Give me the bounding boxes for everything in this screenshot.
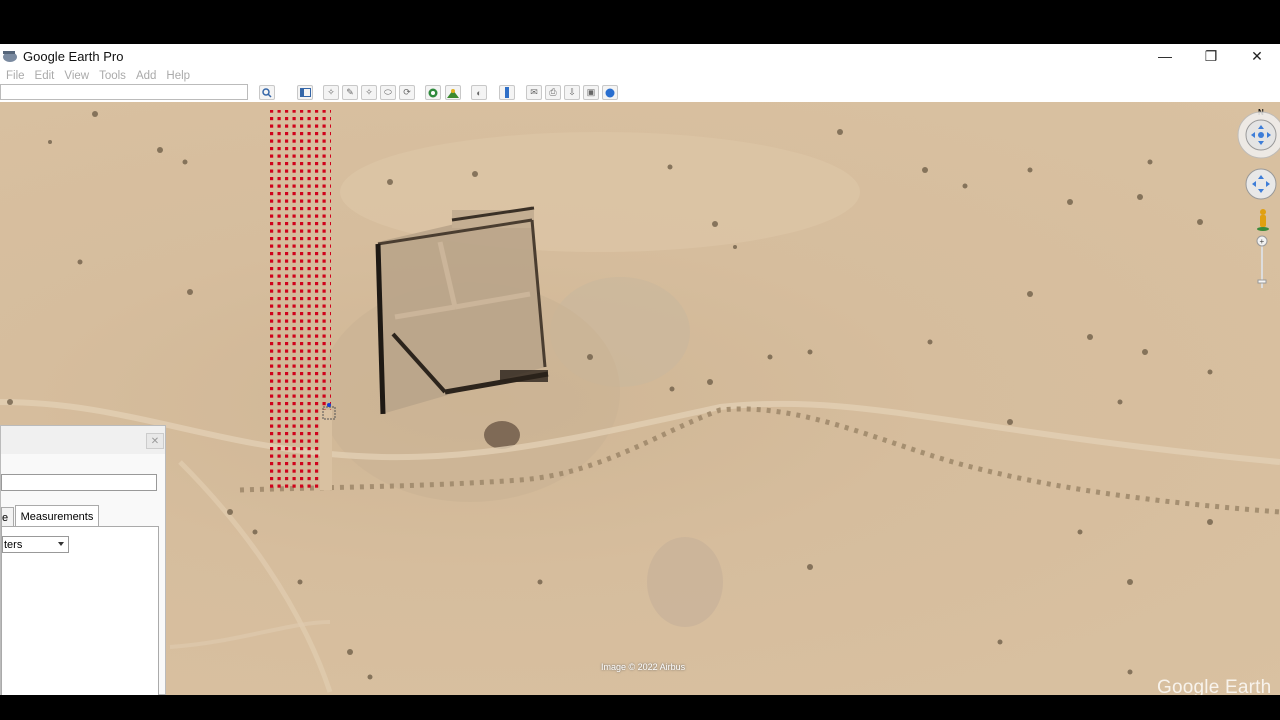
print-icon[interactable]: ⎙	[545, 85, 561, 100]
menu-tools[interactable]: Tools	[99, 70, 126, 82]
terrain-imagery	[0, 110, 1280, 693]
record-tour-icon[interactable]: ⟳	[399, 85, 415, 100]
menu-file[interactable]: File	[6, 70, 25, 82]
units-value: ters	[4, 538, 23, 551]
ruler-dialog-titlebar	[1, 426, 165, 454]
menu-bar: File Edit View Tools Add Help	[0, 68, 1280, 84]
video-letterbox-bottom	[0, 695, 1280, 720]
search-icon[interactable]	[259, 85, 275, 100]
main-toolbar: ✧ ✎ ✧ ⬭ ⟳ ◐ ✉ ⎙ ⇩ ▣	[0, 84, 1280, 103]
save-image-icon[interactable]: ⇩	[564, 85, 580, 100]
email-icon[interactable]: ✉	[526, 85, 542, 100]
placemark-icon[interactable]: ✧	[323, 85, 339, 100]
menu-edit[interactable]: Edit	[35, 70, 55, 82]
svg-text:+: +	[1260, 237, 1265, 246]
minimize-button[interactable]: —	[1142, 44, 1188, 68]
move-joystick-icon[interactable]	[1245, 168, 1277, 200]
ruler-close-button[interactable]: ✕	[146, 433, 164, 449]
window-title: Google Earth Pro	[23, 48, 124, 64]
street-view-pegman-icon[interactable]	[1257, 209, 1269, 231]
ruler-dialog: ✕ e Measurements ters	[0, 425, 166, 696]
path-icon[interactable]: ✧	[361, 85, 377, 100]
chevron-down-icon	[58, 542, 64, 546]
tab-line[interactable]: e	[1, 507, 14, 527]
units-dropdown[interactable]: ters	[2, 536, 69, 553]
view-in-maps-icon[interactable]: ▣	[583, 85, 599, 100]
search-input[interactable]	[0, 84, 248, 100]
menu-help[interactable]: Help	[166, 70, 190, 82]
close-button[interactable]: ✕	[1234, 44, 1280, 68]
polygon-icon[interactable]: ✎	[342, 85, 358, 100]
measurements-tab-body: ters	[1, 526, 159, 696]
navigation-controls: N	[1236, 108, 1280, 288]
earth-gallery-icon[interactable]	[602, 85, 618, 100]
google-earth-app-icon	[3, 51, 17, 62]
video-letterbox-top	[0, 0, 1280, 44]
ruler-name-input[interactable]	[1, 474, 157, 491]
ruler-icon[interactable]	[499, 85, 515, 100]
menu-add[interactable]: Add	[136, 70, 156, 82]
planets-icon[interactable]: ◐	[471, 85, 487, 100]
sun-icon[interactable]	[445, 85, 461, 100]
window-titlebar: Google Earth Pro — ❐ ✕	[0, 44, 1280, 68]
tab-measurements[interactable]: Measurements	[15, 505, 99, 527]
imagery-credit: Image © 2022 Airbus	[601, 662, 686, 672]
sidebar-toggle-icon[interactable]	[297, 85, 313, 100]
look-joystick-icon[interactable]	[1237, 111, 1280, 159]
restore-button[interactable]: ❐	[1188, 44, 1234, 68]
map-view[interactable]: N	[0, 102, 1280, 695]
historical-imagery-icon[interactable]	[425, 85, 441, 100]
zoom-slider[interactable]: +	[1256, 235, 1268, 288]
image-overlay-icon[interactable]: ⬭	[380, 85, 396, 100]
menu-view[interactable]: View	[64, 70, 89, 82]
